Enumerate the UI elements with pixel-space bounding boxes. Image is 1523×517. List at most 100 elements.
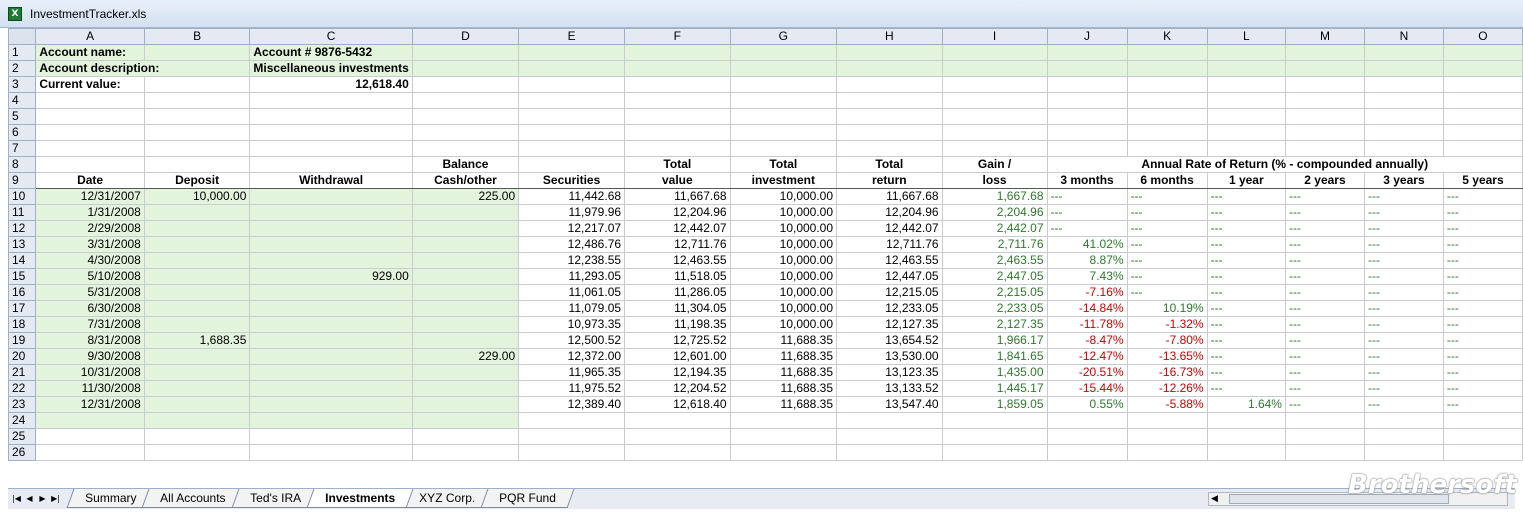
cell[interactable] — [624, 428, 731, 445]
sheet-tab-investments[interactable]: Investments — [306, 489, 414, 508]
cell-total-return[interactable]: 13,654.52 — [836, 332, 943, 349]
row-header[interactable]: 20 — [7, 348, 37, 365]
cell-withdrawal[interactable] — [249, 348, 413, 365]
cell-date[interactable]: 9/30/2008 — [35, 348, 145, 365]
balance-header[interactable]: Balance — [411, 156, 520, 173]
row-header[interactable]: 7 — [7, 140, 37, 157]
cell-securities[interactable]: 11,293.05 — [518, 268, 626, 285]
cell[interactable] — [411, 428, 520, 445]
column-header-i[interactable]: I — [941, 28, 1048, 45]
row-header[interactable]: 16 — [7, 284, 37, 301]
cell-6-months[interactable]: -12.26% — [1126, 380, 1208, 397]
cell-6-months[interactable]: -5.88% — [1126, 396, 1208, 413]
cell[interactable] — [624, 140, 731, 157]
cell-withdrawal[interactable] — [249, 396, 413, 413]
cell-total-value[interactable]: 11,198.35 — [624, 316, 731, 333]
cell-3-years[interactable]: --- — [1363, 204, 1444, 221]
column-header-n[interactable]: N — [1363, 28, 1444, 45]
sheet-tab-all-accounts[interactable]: All Accounts — [141, 489, 245, 508]
cell[interactable] — [624, 92, 731, 109]
cell[interactable] — [836, 76, 943, 93]
cell[interactable] — [518, 444, 626, 461]
cell-deposit[interactable] — [143, 396, 251, 413]
column-header-c[interactable]: C — [249, 28, 413, 45]
cell[interactable] — [143, 140, 251, 157]
cell-6-months[interactable]: -7.80% — [1126, 332, 1208, 349]
cell[interactable] — [143, 108, 251, 125]
cell[interactable] — [1442, 44, 1523, 61]
cell[interactable] — [143, 428, 251, 445]
cell[interactable] — [249, 108, 413, 125]
cell[interactable] — [729, 92, 838, 109]
total-investment-header[interactable]: Total — [729, 156, 838, 173]
cell[interactable] — [1206, 44, 1286, 61]
cell-total-investment[interactable]: 11,688.35 — [729, 396, 838, 413]
cell[interactable] — [836, 60, 943, 77]
row-header[interactable]: 14 — [7, 252, 37, 269]
cell-5-years[interactable]: --- — [1442, 220, 1523, 237]
cell-securities[interactable]: 12,486.76 — [518, 236, 626, 253]
row-header[interactable]: 25 — [7, 428, 37, 445]
cell[interactable] — [1363, 60, 1444, 77]
cell[interactable] — [1363, 140, 1444, 157]
cell-5-years[interactable]: --- — [1442, 284, 1523, 301]
cell-gain-loss[interactable]: 2,447.05 — [941, 268, 1048, 285]
cell-cash[interactable] — [411, 268, 520, 285]
cell-deposit[interactable] — [143, 380, 251, 397]
cell-cash[interactable] — [411, 396, 520, 413]
cell[interactable] — [35, 92, 145, 109]
cell-3-months[interactable]: --- — [1046, 188, 1128, 205]
cell[interactable] — [1284, 124, 1365, 141]
cell-cash[interactable]: 225.00 — [411, 188, 520, 205]
cell[interactable] — [1206, 140, 1286, 157]
cell[interactable] — [1206, 60, 1286, 77]
cell[interactable] — [836, 428, 943, 445]
cell[interactable] — [143, 444, 251, 461]
cell-securities[interactable]: 11,079.05 — [518, 300, 626, 317]
cell-date[interactable]: 10/31/2008 — [35, 364, 145, 381]
cell[interactable] — [518, 108, 626, 125]
cell-securities[interactable]: 11,965.35 — [518, 364, 626, 381]
cell-securities[interactable]: 10,973.35 — [518, 316, 626, 333]
cell-total-value[interactable]: 11,518.05 — [624, 268, 731, 285]
cell[interactable] — [624, 60, 731, 77]
cell[interactable] — [941, 428, 1048, 445]
cell[interactable] — [518, 428, 626, 445]
cell[interactable] — [411, 444, 520, 461]
cell-deposit[interactable] — [143, 268, 251, 285]
cell-total-investment[interactable]: 11,688.35 — [729, 332, 838, 349]
header-date[interactable]: Date — [35, 172, 145, 189]
cell-3-months[interactable]: 8.87% — [1046, 252, 1128, 269]
cell-deposit[interactable]: 1,688.35 — [143, 332, 251, 349]
cell-date[interactable]: 11/30/2008 — [35, 380, 145, 397]
cell-3-years[interactable]: --- — [1363, 332, 1444, 349]
header-value[interactable]: value — [624, 172, 731, 189]
cell[interactable] — [1126, 428, 1208, 445]
cell-3-months[interactable]: --- — [1046, 220, 1128, 237]
cell[interactable] — [1284, 108, 1365, 125]
cell-cash[interactable] — [411, 220, 520, 237]
cell[interactable] — [143, 124, 251, 141]
row-header[interactable]: 17 — [7, 300, 37, 317]
cell-5-years[interactable]: --- — [1442, 364, 1523, 381]
cell[interactable] — [1363, 412, 1444, 429]
cell-cash[interactable] — [411, 332, 520, 349]
column-header-l[interactable]: L — [1206, 28, 1286, 45]
cell-total-return[interactable]: 12,215.05 — [836, 284, 943, 301]
cell[interactable] — [1126, 60, 1208, 77]
cell[interactable] — [518, 92, 626, 109]
row-header[interactable]: 22 — [7, 380, 37, 397]
cell-1-year[interactable]: --- — [1206, 300, 1286, 317]
cell-date[interactable]: 3/31/2008 — [35, 236, 145, 253]
cell[interactable] — [1442, 60, 1523, 77]
cell[interactable] — [35, 124, 145, 141]
cell[interactable] — [35, 108, 145, 125]
header-cash[interactable]: Cash/other — [411, 172, 520, 189]
cell[interactable] — [1046, 412, 1128, 429]
cell-3-years[interactable]: --- — [1363, 220, 1444, 237]
cell-6-months[interactable]: --- — [1126, 236, 1208, 253]
cell-gain-loss[interactable]: 2,215.05 — [941, 284, 1048, 301]
cell-3-months[interactable]: -8.47% — [1046, 332, 1128, 349]
row-header[interactable]: 21 — [7, 364, 37, 381]
cell[interactable] — [836, 444, 943, 461]
